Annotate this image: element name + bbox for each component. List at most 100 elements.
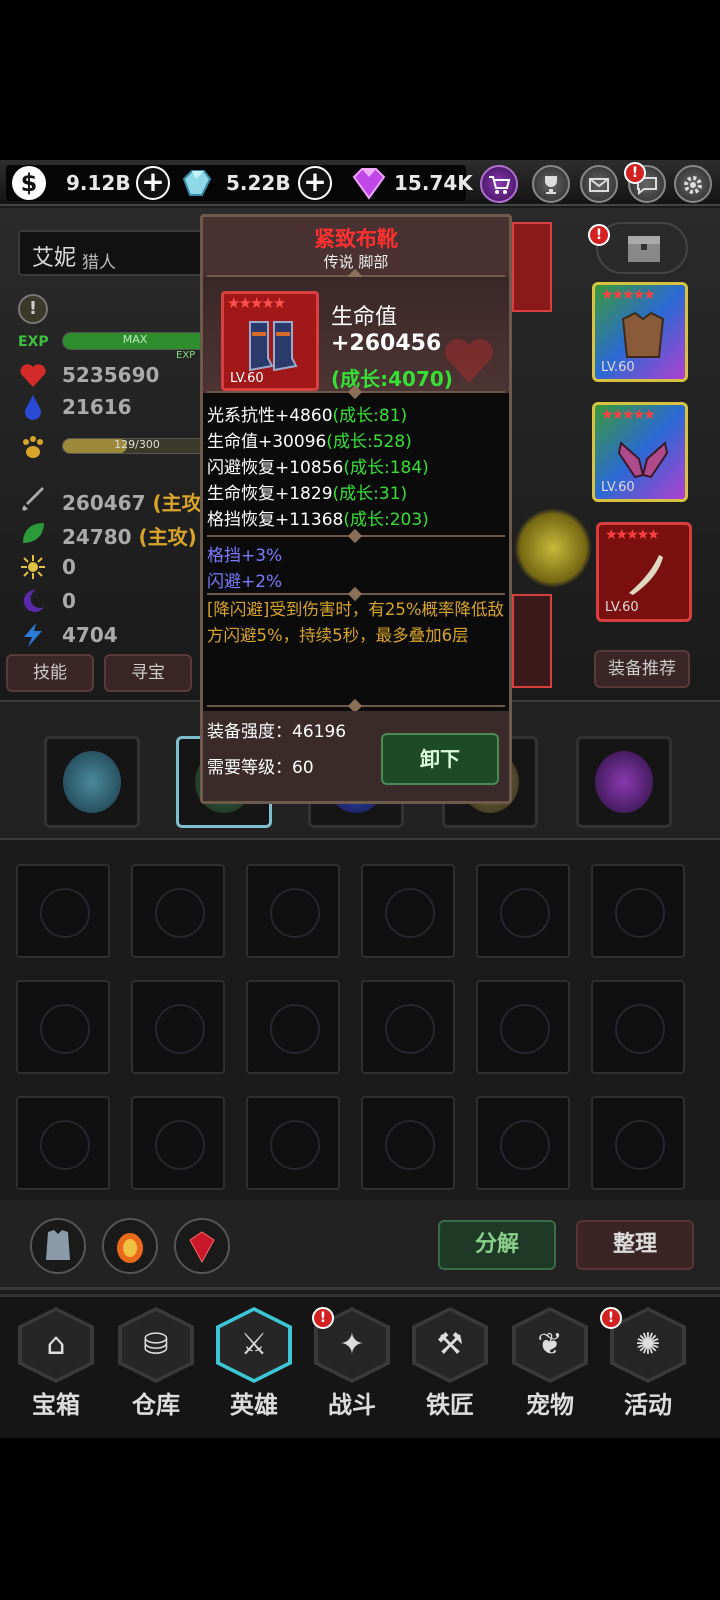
equip-slot-armor[interactable]: ★★★★★ LV.60 bbox=[592, 282, 688, 382]
chest-button[interactable] bbox=[596, 222, 688, 274]
chest-icon bbox=[628, 236, 660, 262]
inventory-slot[interactable] bbox=[16, 864, 110, 958]
cloth-filter-button[interactable] bbox=[30, 1218, 86, 1274]
gear-slot-amulet[interactable] bbox=[44, 736, 140, 828]
nav-blacksmith[interactable]: ⚒ 铁匠 bbox=[404, 1307, 496, 1427]
nav-chest[interactable]: ⌂ 宝箱 bbox=[10, 1307, 102, 1427]
nav-label: 宝箱 bbox=[32, 1391, 80, 1419]
divider bbox=[207, 391, 505, 393]
add-crystal-button[interactable]: + bbox=[298, 166, 332, 200]
stat-thunder: 4704 bbox=[18, 620, 208, 650]
nav-hero[interactable]: ⚔ 英雄 bbox=[208, 1307, 300, 1427]
gold-amount: 9.12B bbox=[66, 171, 131, 195]
inventory-slot[interactable] bbox=[476, 980, 570, 1074]
stat-value: 24780 (主攻) bbox=[62, 525, 197, 549]
gear-slot-5[interactable] bbox=[576, 736, 672, 828]
mail-button[interactable] bbox=[580, 165, 618, 203]
amulet-icon bbox=[63, 751, 121, 813]
nav-label: 仓库 bbox=[132, 1391, 180, 1419]
required-level: 需要等级：60 bbox=[207, 758, 314, 778]
gem-amount: 15.74K bbox=[394, 171, 473, 195]
trophy-button[interactable] bbox=[532, 165, 570, 203]
sub-stat-line: 光系抗性+4860(成长:81) bbox=[207, 406, 408, 426]
decompose-button[interactable]: 分解 bbox=[438, 1220, 556, 1270]
inventory-slot[interactable] bbox=[131, 864, 225, 958]
moon-icon bbox=[23, 589, 44, 612]
chest-icon: ⌂ bbox=[22, 1311, 90, 1379]
settings-button[interactable] bbox=[674, 165, 712, 203]
pet-icon: ❦ bbox=[516, 1311, 584, 1379]
equip-slot-partial[interactable] bbox=[512, 222, 552, 312]
sub-stat-line: 闪避恢复+10856(成长:184) bbox=[207, 458, 429, 478]
sigil-icon bbox=[595, 751, 653, 813]
exp-label: EXP bbox=[18, 334, 49, 350]
item-rarity-slot: 传说 脚部 bbox=[323, 253, 389, 271]
crystal-icon bbox=[182, 170, 212, 196]
chat-alert-badge: ! bbox=[624, 162, 646, 184]
sub-stat-line: 生命恢复+1829(成长:31) bbox=[207, 484, 408, 504]
event-icon: ✺ bbox=[614, 1311, 682, 1379]
slot-level: LV.60 bbox=[605, 600, 639, 615]
shop-button[interactable] bbox=[480, 165, 518, 203]
nav-pet[interactable]: ❦ 宠物 bbox=[504, 1307, 596, 1427]
slot-stars: ★★★★★ bbox=[605, 527, 660, 543]
item-tooltip: 紧致布靴 传说 脚部 ★★★★★ LV.60 生命值 +260456 (成长:4… bbox=[200, 214, 512, 804]
cloth-icon bbox=[46, 1230, 70, 1260]
skill-description: [降闪避]受到伤害时，有25%概率降低敌方闪避5%，持续5秒，最多叠加6层 bbox=[207, 600, 505, 645]
tab-skills[interactable]: 技能 bbox=[6, 654, 94, 692]
backpack-icon: ⛁ bbox=[122, 1311, 190, 1379]
gold-coin-icon: $ bbox=[12, 166, 46, 200]
inventory-slot[interactable] bbox=[246, 980, 340, 1074]
inventory-slot[interactable] bbox=[476, 864, 570, 958]
set-bonus-line: 闪避+2% bbox=[207, 572, 283, 592]
inventory-slot[interactable] bbox=[361, 1096, 455, 1190]
inventory-slot[interactable] bbox=[361, 864, 455, 958]
stat-nature: 24780 (主攻) bbox=[18, 518, 208, 549]
leaf-icon bbox=[23, 523, 44, 543]
slot-stars: ★★★★★ bbox=[601, 407, 656, 423]
gem-icon bbox=[352, 168, 386, 200]
inventory-grid bbox=[0, 844, 720, 1200]
inventory-slot[interactable] bbox=[361, 980, 455, 1074]
inventory-slot[interactable] bbox=[246, 864, 340, 958]
equip-slot-weapon[interactable]: ★★★★★ LV.60 bbox=[596, 522, 692, 622]
info-icon[interactable]: ! bbox=[18, 294, 48, 324]
inventory-slot[interactable] bbox=[16, 1096, 110, 1190]
equip-slot-gloves[interactable]: ★★★★★ LV.60 bbox=[592, 402, 688, 502]
sun-icon bbox=[21, 555, 45, 579]
equip-slot-partial[interactable] bbox=[512, 594, 552, 688]
item-level: LV.60 bbox=[230, 371, 264, 386]
nav-battle[interactable]: ✦ 战斗 ! bbox=[306, 1307, 398, 1427]
tab-treasure[interactable]: 寻宝 bbox=[104, 654, 192, 692]
chest-alert-badge: ! bbox=[588, 224, 610, 246]
gear-power: 装备强度：46196 bbox=[207, 722, 347, 742]
add-gold-button[interactable]: + bbox=[136, 166, 170, 200]
inventory-slot[interactable] bbox=[476, 1096, 570, 1190]
nav-event[interactable]: ✺ 活动 ! bbox=[600, 1307, 694, 1427]
gear-icon bbox=[684, 176, 702, 194]
heart-icon bbox=[444, 338, 494, 383]
nav-label: 英雄 bbox=[230, 1391, 278, 1419]
fire-orb-icon bbox=[117, 1233, 143, 1263]
inventory-slot[interactable] bbox=[131, 980, 225, 1074]
inventory-slot[interactable] bbox=[591, 1096, 685, 1190]
main-stat-value: +260456 bbox=[331, 331, 442, 356]
inventory-slot[interactable] bbox=[16, 980, 110, 1074]
boots-icon bbox=[249, 321, 298, 372]
fire-orb-button[interactable] bbox=[102, 1218, 158, 1274]
nav-warehouse[interactable]: ⛁ 仓库 bbox=[110, 1307, 202, 1427]
sort-button[interactable]: 整理 bbox=[576, 1220, 694, 1270]
main-stat-name: 生命值 bbox=[331, 305, 398, 330]
stat-light: 0 bbox=[18, 552, 208, 582]
gloves-icon bbox=[617, 441, 669, 479]
inventory-slot[interactable] bbox=[131, 1096, 225, 1190]
inventory-slot[interactable] bbox=[246, 1096, 340, 1190]
ruby-button[interactable] bbox=[174, 1218, 230, 1274]
unequip-button[interactable]: 卸下 bbox=[381, 733, 499, 785]
pet-progress-text: 129/300 bbox=[114, 438, 160, 451]
inventory-slot[interactable] bbox=[591, 864, 685, 958]
inventory-slot[interactable] bbox=[591, 980, 685, 1074]
nav-label: 战斗 bbox=[328, 1391, 376, 1419]
recommend-gear-button[interactable]: 装备推荐 bbox=[594, 650, 690, 688]
stat-value: 21616 bbox=[62, 395, 132, 419]
